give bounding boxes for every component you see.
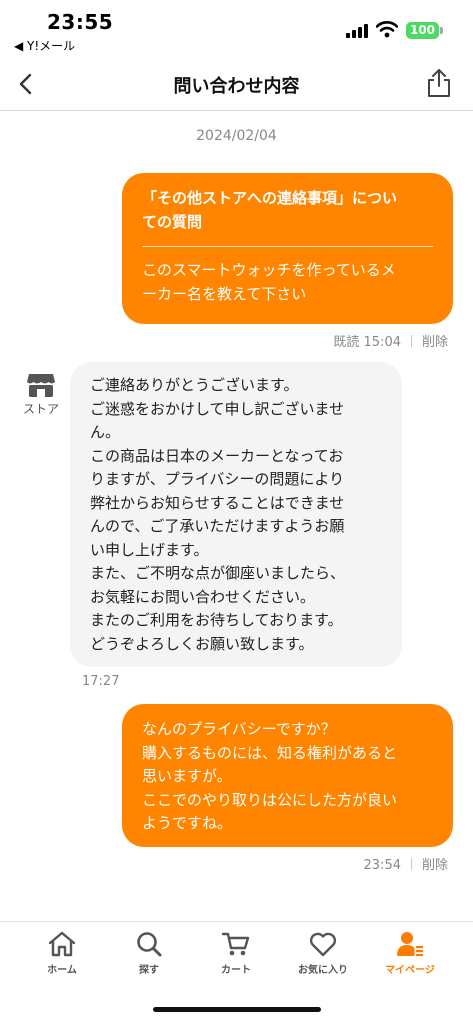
message-line: この商品は日本のメーカーとなってお [90, 446, 344, 465]
message-meta: 既読 15:04 削除 [333, 331, 448, 350]
battery-tip [440, 27, 443, 34]
delete-button[interactable]: 削除 [422, 858, 448, 873]
subject-line: ての質問 [142, 212, 203, 231]
status-bar: 23:55 ◀ Y!メール 100 [0, 0, 473, 58]
message-line: このスマートウォッチを作っているメ [142, 261, 396, 279]
message-body: このスマートウォッチを作っているメ ーカー名を教えて下さい [142, 259, 433, 306]
tab-label: ホーム [47, 965, 77, 976]
meta-separator [410, 858, 412, 870]
outgoing-message-bubble: なんのプライバシーですか？ 購入するものには、知る権利があると 思いますが。 こ… [122, 704, 453, 847]
message-line: 思いますが。 [142, 767, 232, 785]
tab-label: お気に入り [298, 965, 348, 976]
message-line: い申し上げます。 [90, 540, 209, 559]
message-line: 購入するものには、知る権利があると [142, 743, 398, 762]
battery-icon: 100 [406, 22, 439, 39]
home-icon [48, 931, 76, 957]
delete-button[interactable]: 削除 [422, 335, 448, 350]
message-line: んので、ご了承いただけますようお願 [90, 517, 345, 535]
outgoing-message-bubble: 「その他ストアへの連絡事項」につい ての質問 このスマートウォッチを作っているメ… [122, 173, 453, 324]
cellular-signal-icon [346, 24, 370, 38]
message-line: また、ご不明な点が御座いましたら、 [90, 564, 346, 582]
message-meta: 23:54 削除 [364, 854, 448, 873]
tab-favorites[interactable]: お気に入り [283, 930, 363, 976]
wifi-icon [376, 21, 398, 38]
tab-search[interactable]: 探す [109, 930, 189, 976]
message-line: ご迷惑をおかけして申し訳ございませ [90, 399, 345, 418]
cart-icon [221, 932, 250, 956]
message-line: お気軽にお問い合わせください。 [90, 587, 316, 606]
message-time: 23:54 [363, 858, 401, 873]
tab-home[interactable]: ホーム [22, 930, 102, 976]
message-line: ーカー名を教えて下さい [142, 284, 307, 303]
tab-label: カート [221, 965, 251, 976]
message-time: 15:04 [363, 335, 401, 350]
message-line: ご連絡ありがとうございます。 [90, 376, 299, 394]
message-line: ん。 [90, 423, 121, 441]
status-time: 23:55 [47, 10, 114, 34]
share-icon[interactable] [424, 67, 454, 99]
message-line: どうぞよろしくお願い致します。 [90, 634, 314, 653]
incoming-message-bubble: ご連絡ありがとうございます。 ご迷惑をおかけして申し訳ございませ ん。 この商品… [70, 362, 402, 667]
tab-label: マイページ [385, 965, 435, 976]
back-to-app-link[interactable]: ◀ Y!メール [14, 37, 75, 54]
message-time: 17:27 [82, 674, 120, 689]
tab-label: 探す [139, 965, 159, 976]
conversation-date: 2024/02/04 [196, 128, 277, 144]
navigation-bar: 問い合わせ内容 [0, 58, 473, 111]
mypage-icon [397, 932, 423, 957]
meta-separator [410, 335, 412, 347]
subject-line: 「その他ストアへの連絡事項」につい [142, 189, 398, 207]
store-icon [27, 374, 55, 397]
home-indicator[interactable] [153, 1007, 321, 1012]
message-line: ようですね。 [142, 814, 233, 832]
tab-mypage[interactable]: マイページ [370, 930, 450, 976]
message-line: ここでのやり取りは公にした方が良い [142, 790, 398, 809]
page-title: 問い合わせ内容 [173, 76, 300, 97]
store-avatar: ストア [18, 372, 64, 417]
store-label: ストア [22, 402, 59, 416]
heart-icon [309, 932, 337, 957]
tab-cart[interactable]: カート [196, 930, 276, 976]
bubble-divider [142, 246, 433, 247]
search-icon [137, 932, 162, 957]
message-line: またのご利用をお待ちしております。 [90, 611, 343, 629]
inquiry-subject: 「その他ストアへの連絡事項」につい ての質問 [142, 187, 433, 234]
read-status: 既読 [333, 335, 360, 350]
message-line: りますが、プライバシーの問題により [90, 470, 345, 488]
message-line: なんのプライバシーですか？ [142, 720, 336, 738]
message-line: 弊社からお知らせすることはできませ [90, 493, 345, 512]
